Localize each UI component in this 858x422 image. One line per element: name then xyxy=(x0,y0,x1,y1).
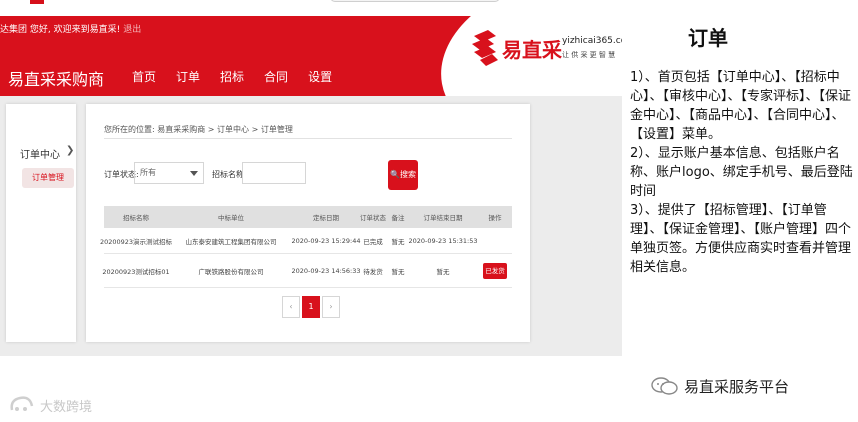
breadcrumb: 您所在的位置: 易直采采购商 > 订单中心 > 订单管理 xyxy=(104,125,293,134)
welcome-message: 达集团 您好, 欢迎来到易直采! xyxy=(0,25,121,35)
header-note: 备注 xyxy=(391,214,405,222)
status-select-value: 所有 xyxy=(140,168,156,177)
app-header: 达集团 您好, 欢迎来到易直采! 退出 易直采采购商 首页 订单 招标 合同 设置… xyxy=(0,16,622,96)
logout-link[interactable]: 退出 xyxy=(123,25,141,35)
table-row: 20200923演示测试招标 山东泰安建筑工程集团有限公司 2020-09-23… xyxy=(99,228,512,254)
app-brand: 易直采采购商 xyxy=(8,70,105,89)
cell-award-date: 2020-09-23 15:29:44 xyxy=(291,236,361,245)
nav-orders[interactable]: 订单 xyxy=(176,68,200,85)
brand-logo: 易直采 yizhicai365.com 让 供 采 更 智 慧 xyxy=(470,28,622,72)
description-text: 1）、首页包括【订单中心】、【招标中心】、【审核中心】、【专家评标】、【保证金中… xyxy=(630,68,856,277)
welcome-text: 达集团 您好, 欢迎来到易直采! 退出 xyxy=(0,22,141,35)
cell-note: 暂无 xyxy=(391,267,405,276)
cell-order-status: 已完成 xyxy=(363,237,383,246)
bid-name-input[interactable] xyxy=(242,162,306,184)
wechat-account-name: 易直采服务平台 xyxy=(684,378,790,396)
cell-end-date: 暂无 xyxy=(436,267,450,276)
table-row: 20200923测试招标01 广联铁路股份有限公司 2020-09-23 14:… xyxy=(102,254,512,288)
nav-home[interactable]: 首页 xyxy=(132,68,156,85)
page: 达集团 您好, 欢迎来到易直采! 退出 易直采采购商 首页 订单 招标 合同 设置… xyxy=(0,0,858,422)
description-point-2: 2）、显示账户基本信息、包括账户名称、账户logo、绑定手机号、最后登陆时间 xyxy=(630,146,853,199)
logo-slogan: 让 供 采 更 智 慧 xyxy=(562,51,616,59)
cell-winner: 山东泰安建筑工程集团有限公司 xyxy=(185,237,277,246)
description-point-1: 1）、首页包括【订单中心】、【招标中心】、【审核中心】、【专家评标】、【保证金中… xyxy=(630,70,852,142)
header-end-date: 订单结束日期 xyxy=(423,214,463,222)
header-order-status: 订单状态 xyxy=(360,214,386,222)
cell-bid-name: 20200923演示测试招标 xyxy=(99,237,173,246)
cell-winner: 广联铁路股份有限公司 xyxy=(198,267,264,276)
cell-award-date: 2020-09-23 14:56:33 xyxy=(291,266,361,275)
description-point-3: 3）、提供了【招标管理】、【订单管理】、【保证金管理】、【账户管理】四个单独页签… xyxy=(630,203,852,275)
app-screenshot: 达集团 您好, 欢迎来到易直采! 退出 易直采采购商 首页 订单 招标 合同 设置… xyxy=(0,16,622,356)
cell-order-status: 待发货 xyxy=(363,267,383,276)
logo-domain: yizhicai365.com xyxy=(562,36,622,46)
shipped-button[interactable]: 已发货 xyxy=(483,262,507,279)
breadcrumb-divider xyxy=(104,138,512,139)
app-body: 订单中心 ❯ 订单管理 您所在的位置: 易直采采购商 > 订单中心 > 订单管理… xyxy=(0,96,622,356)
sidebar: 订单中心 ❯ 订单管理 xyxy=(6,104,76,342)
pagination: ‹ 1 › xyxy=(282,296,340,318)
pager-next-button[interactable]: › xyxy=(322,296,340,318)
cell-action xyxy=(478,228,512,253)
main-panel: 您所在的位置: 易直采采购商 > 订单中心 > 订单管理 订单状态: 所有 招标… xyxy=(86,104,530,342)
sidebar-title[interactable]: 订单中心 xyxy=(20,146,60,161)
nav-settings[interactable]: 设置 xyxy=(308,68,332,85)
top-red-mark xyxy=(30,0,44,4)
watermark-text: 大数跨境 xyxy=(40,400,93,415)
cell-end-date: 2020-09-23 15:31:53 xyxy=(408,236,478,245)
cell-action: 已发货 xyxy=(478,254,512,287)
logo-mark-icon xyxy=(472,30,498,66)
header-bid-name: 招标名称 xyxy=(123,214,149,222)
chevron-right-icon: ❯ xyxy=(66,145,75,156)
status-select[interactable]: 所有 xyxy=(134,162,204,184)
wechat-icon xyxy=(651,377,678,395)
cell-note: 暂无 xyxy=(391,237,405,246)
pager-page-button[interactable]: 1 xyxy=(302,296,320,318)
search-button[interactable]: 🔍搜索 xyxy=(388,160,418,190)
pager-prev-button[interactable]: ‹ xyxy=(282,296,300,318)
cell-bid-name: 20200923测试招标01 xyxy=(102,267,170,276)
logo-name: 易直采 xyxy=(502,38,562,62)
top-search-pill xyxy=(330,0,500,2)
header-winner: 中标单位 xyxy=(218,214,244,222)
description-title: 订单 xyxy=(688,26,728,50)
watermark-logo-icon xyxy=(10,396,34,411)
table-header: 招标名称 中标单位 定标日期 订单状态 备注 订单结束日期 操作 xyxy=(104,206,512,228)
header-award-date: 定标日期 xyxy=(313,214,339,222)
sidebar-item-order-management[interactable]: 订单管理 xyxy=(22,168,74,188)
header-action: 操作 xyxy=(488,214,502,222)
nav-bidding[interactable]: 招标 xyxy=(220,68,244,85)
chevron-down-icon xyxy=(190,171,198,176)
main-nav: 首页 订单 招标 合同 设置 xyxy=(132,68,332,85)
nav-contract[interactable]: 合同 xyxy=(264,68,288,85)
